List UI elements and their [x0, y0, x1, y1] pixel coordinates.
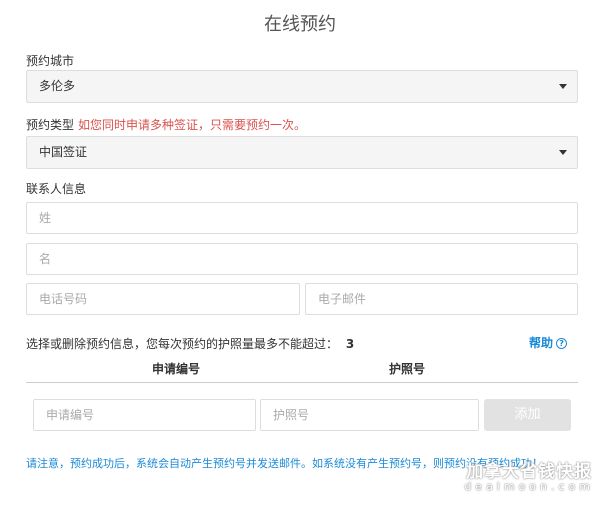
email-input[interactable]: [305, 283, 578, 315]
page-title: 在线预约: [264, 14, 336, 35]
help-link[interactable]: 帮助?: [529, 334, 568, 351]
passport-number-input[interactable]: [260, 399, 479, 431]
type-label: 预约类型 如您同时申请多种签证，只需要预约一次。: [26, 116, 306, 133]
watermark-en: dealmoon.com: [464, 480, 594, 493]
watermark-cn: 加拿大省钱快报: [466, 462, 593, 482]
application-number-input[interactable]: [33, 399, 256, 431]
add-button[interactable]: 添加: [484, 399, 571, 431]
type-select-value: 中国签证: [39, 145, 88, 159]
question-circle-icon: ?: [556, 338, 568, 349]
max-passport-count: 3: [345, 337, 355, 351]
chevron-down-icon: [559, 84, 567, 89]
chevron-down-icon: [559, 150, 567, 155]
phone-input[interactable]: [26, 283, 300, 315]
type-select[interactable]: 中国签证: [26, 136, 578, 169]
help-label: 帮助: [529, 336, 554, 350]
last-name-input[interactable]: [26, 202, 578, 234]
column-header-application: 申请编号: [152, 362, 201, 376]
column-header-passport: 护照号: [389, 362, 426, 376]
city-select-value: 多伦多: [39, 79, 76, 93]
watermark-logo: 加拿大省钱快报 dealmoon.com: [464, 457, 594, 493]
first-name-input[interactable]: [26, 243, 578, 275]
type-label-text: 预约类型: [26, 118, 75, 132]
city-select[interactable]: 多伦多: [26, 70, 578, 103]
booking-instruction: 选择或删除预约信息，您每次预约的护照量最多不能超过： 3: [26, 335, 354, 352]
contact-label: 联系人信息: [26, 182, 87, 196]
booking-instruction-text: 选择或删除预约信息，您每次预约的护照量最多不能超过：: [26, 337, 339, 351]
table-divider: [26, 382, 578, 383]
type-note: 如您同时申请多种签证，只需要预约一次。: [78, 118, 307, 132]
city-label: 预约城市: [26, 54, 75, 68]
